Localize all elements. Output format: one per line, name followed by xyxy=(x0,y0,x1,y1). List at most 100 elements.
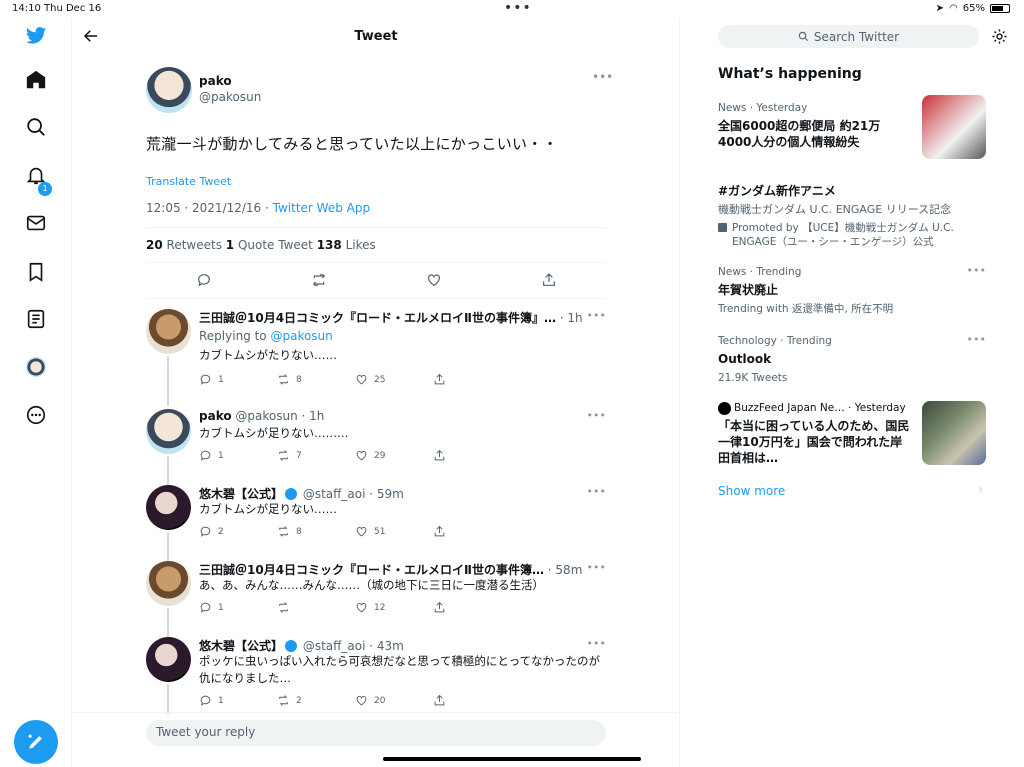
share-icon[interactable] xyxy=(541,272,557,292)
buzzfeed-logo-icon xyxy=(718,402,731,415)
reply-author-name[interactable]: pako xyxy=(199,409,232,423)
reply-author-name[interactable]: 三田誠＠10月4日コミック『ロード・エルメロイⅡ世の事件簿』… xyxy=(199,311,556,325)
replying-to-label: Replying to xyxy=(199,329,271,343)
reply-author-name[interactable]: 悠木碧【公式】 xyxy=(199,639,283,653)
reply-button[interactable]: 2 xyxy=(199,525,277,538)
reply-button[interactable]: 1 xyxy=(199,373,277,386)
reply-avatar[interactable] xyxy=(146,637,191,682)
reply-author-name[interactable]: 三田誠＠10月4日コミック『ロード・エルメロイⅡ世の事件簿… xyxy=(199,563,544,577)
reply-avatar[interactable] xyxy=(146,561,191,606)
reply-input[interactable]: Tweet your reply xyxy=(146,720,606,746)
reply-item[interactable]: 三田誠＠10月4日コミック『ロード・エルメロイⅡ世の事件簿… · 58m •••… xyxy=(146,561,606,621)
likes-label[interactable]: Likes xyxy=(342,238,376,252)
show-more-link[interactable]: Show more xyxy=(718,484,785,498)
home-icon[interactable] xyxy=(24,68,48,92)
trend-item[interactable]: News · Yesterday 全国6000超の郵便局 約21万4000人分の… xyxy=(718,95,986,159)
like-count: 20 xyxy=(374,695,386,706)
reply-time[interactable]: · 59m xyxy=(369,487,404,501)
reply-time[interactable]: · 1h xyxy=(560,311,583,325)
retweet-button[interactable]: 8 xyxy=(277,373,355,386)
more-options-icon[interactable]: ••• xyxy=(967,264,986,277)
like-count[interactable]: 138 xyxy=(317,238,342,252)
reply-author-name[interactable]: 悠木碧【公式】 xyxy=(199,487,283,501)
reply-avatar[interactable] xyxy=(146,309,191,354)
retweet-button[interactable] xyxy=(277,601,355,614)
share-button[interactable] xyxy=(433,694,511,707)
reply-time[interactable]: · 43m xyxy=(369,639,404,653)
author-name[interactable]: pako xyxy=(199,74,232,88)
mail-icon[interactable] xyxy=(24,211,48,235)
like-button[interactable]: 25 xyxy=(355,373,433,386)
reply-time[interactable]: · 58m xyxy=(548,563,583,577)
share-button[interactable] xyxy=(433,525,511,538)
profile-avatar[interactable] xyxy=(24,355,48,379)
retweet-button[interactable]: 2 xyxy=(277,694,355,707)
notification-badge: 1 xyxy=(38,182,52,196)
reply-author-handle[interactable]: @staff_aoi xyxy=(303,639,366,653)
reply-button[interactable]: 1 xyxy=(199,449,277,462)
retweets-label[interactable]: Retweets xyxy=(163,238,226,252)
retweet-button[interactable]: 7 xyxy=(277,449,355,462)
more-options-icon[interactable]: ••• xyxy=(967,333,986,346)
reply-item[interactable]: 悠木碧【公式】 @staff_aoi · 59m ••• カブトムシが足りない…… xyxy=(146,485,606,545)
reply-time[interactable]: · 1h xyxy=(302,409,325,423)
trend-title: 年賀状廃止 xyxy=(718,283,779,297)
more-options-icon[interactable]: ••• xyxy=(587,485,606,498)
retweet-icon[interactable] xyxy=(311,272,327,292)
like-button[interactable]: 20 xyxy=(355,694,433,707)
reply-button[interactable]: 1 xyxy=(199,601,277,614)
reply-item[interactable]: 悠木碧【公式】 @staff_aoi · 43m ••• ポッケに虫いっぱい入れ… xyxy=(146,637,606,712)
translate-tweet-link[interactable]: Translate Tweet xyxy=(146,175,231,188)
trend-item[interactable]: #ガンダム新作アニメ 機動戦士ガンダム U.C. ENGAGE リリース記念 P… xyxy=(718,183,986,249)
more-circle-icon[interactable] xyxy=(24,403,48,427)
reply-count: 1 xyxy=(218,374,224,385)
twitter-logo-icon[interactable] xyxy=(24,24,48,48)
bookmark-icon[interactable] xyxy=(24,260,48,284)
trend-item[interactable]: Technology · Trending ••• Outlook 21.9K … xyxy=(718,333,986,385)
reply-item[interactable]: pako @pakosun · 1h ••• カブトムシが足りない……… 1 7… xyxy=(146,409,606,469)
multitasking-dots-icon[interactable]: ••• xyxy=(504,0,532,16)
more-options-icon[interactable]: ••• xyxy=(587,309,606,322)
reply-button[interactable]: 1 xyxy=(199,694,277,707)
quote-count[interactable]: 1 xyxy=(226,238,234,252)
reply-author-handle[interactable]: @staff_aoi xyxy=(303,487,366,501)
more-options-icon[interactable]: ••• xyxy=(587,561,606,574)
more-options-icon[interactable]: ••• xyxy=(587,409,606,422)
reply-author-handle[interactable]: @pakosun xyxy=(232,409,297,423)
retweet-count[interactable]: 20 xyxy=(146,238,163,252)
reply-text: カブトムシが足りない…… xyxy=(199,502,337,516)
search-input[interactable]: Search Twitter xyxy=(718,25,979,48)
search-placeholder: Search Twitter xyxy=(813,29,900,44)
reply-avatar[interactable] xyxy=(146,485,191,530)
reply-avatar[interactable] xyxy=(146,409,191,454)
status-right: ➤ ◠ 65% xyxy=(936,3,1010,14)
more-options-icon[interactable]: ••• xyxy=(587,637,606,650)
like-icon[interactable] xyxy=(426,272,442,292)
quotes-label[interactable]: Quote Tweet xyxy=(234,238,317,252)
like-button[interactable]: 51 xyxy=(355,525,433,538)
more-options-icon[interactable]: ••• xyxy=(592,70,613,84)
share-button[interactable] xyxy=(433,601,511,614)
share-button[interactable] xyxy=(433,373,511,386)
reply-item[interactable]: 三田誠＠10月4日コミック『ロード・エルメロイⅡ世の事件簿』… · 1h •••… xyxy=(146,309,606,389)
home-indicator[interactable] xyxy=(383,757,641,761)
author-handle[interactable]: @pakosun xyxy=(199,90,261,104)
trend-item[interactable]: News · Trending ••• 年賀状廃止 Trending with … xyxy=(718,264,986,316)
like-button[interactable]: 12 xyxy=(355,601,433,614)
reply-count: 1 xyxy=(218,450,224,461)
gear-icon[interactable] xyxy=(991,28,1008,49)
like-button[interactable]: 29 xyxy=(355,449,433,462)
share-button[interactable] xyxy=(433,449,511,462)
retweet-button[interactable]: 8 xyxy=(277,525,355,538)
trend-item[interactable]: BuzzFeed Japan Ne… · Yesterday 「本当に困っている… xyxy=(718,401,986,466)
search-icon[interactable] xyxy=(24,115,48,139)
compose-icon[interactable] xyxy=(14,720,58,764)
replying-to-handle[interactable]: @pakosun xyxy=(270,329,332,343)
reply-actions: 1 8 25 xyxy=(199,373,511,386)
list-icon[interactable] xyxy=(24,307,48,331)
chevron-right-icon[interactable]: › xyxy=(978,482,983,496)
reply-icon[interactable] xyxy=(196,272,212,292)
reply-header: 三田誠＠10月4日コミック『ロード・エルメロイⅡ世の事件簿… · 58m xyxy=(199,561,582,578)
tweet-source-app[interactable]: Twitter Web App xyxy=(273,201,370,215)
author-avatar[interactable] xyxy=(146,67,192,113)
